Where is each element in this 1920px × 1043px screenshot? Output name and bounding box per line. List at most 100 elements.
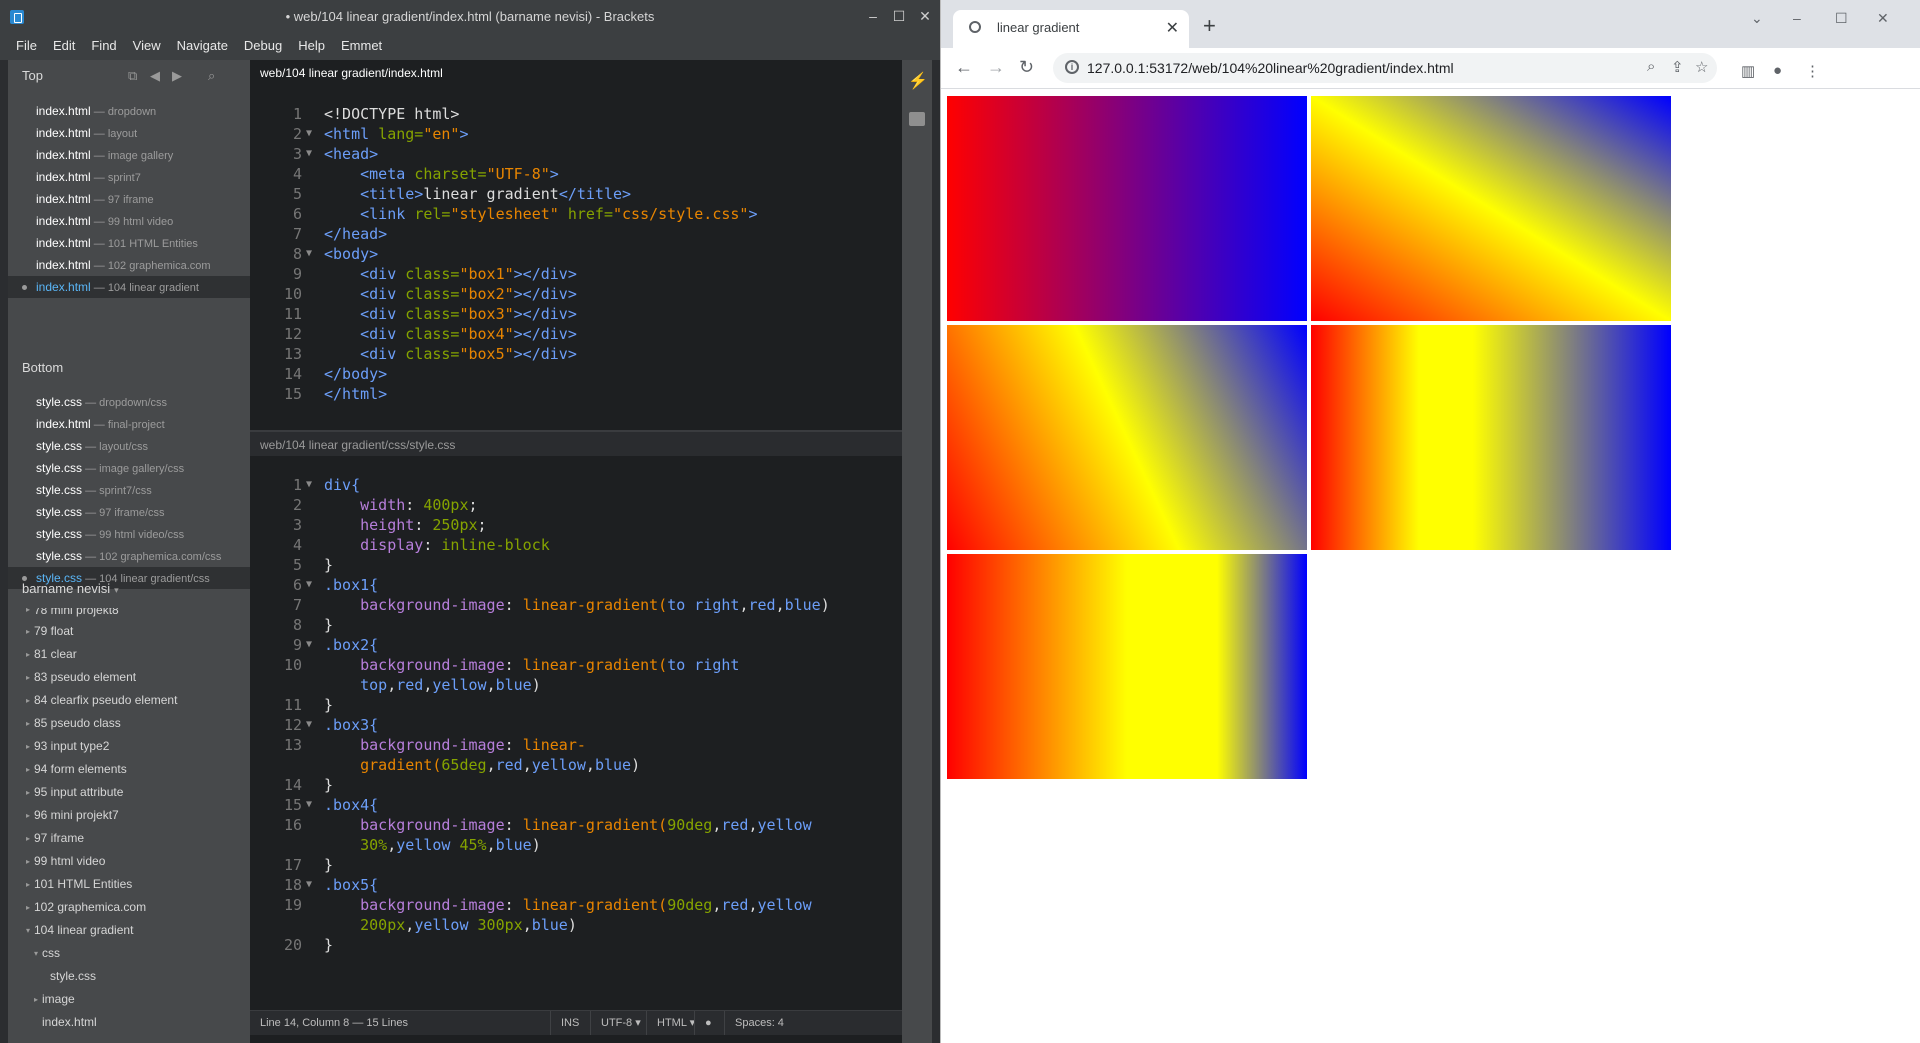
project-header[interactable]: barname nevisi ▾ bbox=[8, 572, 250, 604]
code-line[interactable]: 11} bbox=[250, 695, 902, 715]
fold-marker-icon[interactable]: ▼ bbox=[306, 795, 318, 815]
folder-collapsed-icon[interactable]: ▸ bbox=[26, 689, 30, 712]
menu-file[interactable]: File bbox=[8, 34, 45, 58]
tree-item[interactable]: ▾ css bbox=[8, 942, 250, 965]
browser-maximize-icon[interactable]: ☐ bbox=[1835, 10, 1848, 27]
browser-minimize-icon[interactable]: – bbox=[1793, 10, 1801, 26]
code-line[interactable]: 18 ▼ .box5{ bbox=[250, 875, 902, 895]
fold-marker-icon[interactable]: ▼ bbox=[306, 635, 318, 655]
working-file-item[interactable]: index.html — 104 linear gradient bbox=[8, 276, 250, 298]
fold-marker-icon[interactable]: ▼ bbox=[306, 715, 318, 735]
folder-collapsed-icon[interactable]: ▸ bbox=[26, 850, 30, 873]
menu-debug[interactable]: Debug bbox=[236, 34, 290, 58]
folder-collapsed-icon[interactable]: ▸ bbox=[26, 735, 30, 758]
code-line[interactable]: 7 </head> bbox=[250, 224, 902, 244]
code-line[interactable]: 16 background-image: linear-gradient(90d… bbox=[250, 815, 902, 835]
code-line[interactable]: 19 background-image: linear-gradient(90d… bbox=[250, 895, 902, 915]
folder-collapsed-icon[interactable]: ▸ bbox=[26, 643, 30, 666]
code-line[interactable]: 11 <div class="box3"></div> bbox=[250, 304, 902, 324]
tree-item[interactable]: ▸ 81 clear bbox=[8, 643, 250, 666]
folder-collapsed-icon[interactable]: ▸ bbox=[26, 781, 30, 804]
code-line[interactable]: 17} bbox=[250, 855, 902, 875]
working-file-item[interactable]: index.html — final-project bbox=[8, 413, 250, 435]
code-line[interactable]: 9 ▼ .box2{ bbox=[250, 635, 902, 655]
working-file-item[interactable]: index.html — image gallery bbox=[8, 144, 250, 166]
tree-item[interactable]: ▸ 101 HTML Entities bbox=[8, 873, 250, 896]
working-file-item[interactable]: style.css — dropdown/css bbox=[8, 391, 250, 413]
fold-marker-icon[interactable]: ▼ bbox=[306, 124, 318, 144]
menu-navigate[interactable]: Navigate bbox=[169, 34, 236, 58]
browser-tab[interactable]: linear gradient ✕ bbox=[953, 10, 1189, 48]
working-file-item[interactable]: index.html — 99 html video bbox=[8, 210, 250, 232]
tree-item[interactable]: ▸ 78 mini projekt8 bbox=[8, 608, 250, 620]
address-bar[interactable]: i 127.0.0.1:53172/web/104%20linear%20gra… bbox=[1053, 53, 1717, 83]
code-line[interactable]: 20} bbox=[250, 935, 902, 955]
folder-collapsed-icon[interactable]: ▸ bbox=[26, 804, 30, 827]
css-code-view[interactable]: 1 ▼ div{2 width: 400px; 3 height: 250px; 4 d… bbox=[250, 475, 902, 955]
code-line[interactable]: 2 ▼ <html lang="en"> bbox=[250, 124, 902, 144]
fold-marker-icon[interactable]: ▼ bbox=[306, 244, 318, 264]
working-file-item[interactable]: style.css — sprint7/css bbox=[8, 479, 250, 501]
profile-avatar-icon[interactable]: ● bbox=[1773, 62, 1782, 79]
tree-item[interactable]: ▸ 97 iframe bbox=[8, 827, 250, 850]
pane-title-css[interactable]: web/104 linear gradient/css/style.css bbox=[250, 430, 902, 456]
zoom-icon[interactable]: ⌕ bbox=[1647, 58, 1655, 75]
code-line[interactable]: 10 <div class="box2"></div> bbox=[250, 284, 902, 304]
code-line[interactable]: 9 <div class="box1"></div> bbox=[250, 264, 902, 284]
code-line[interactable]: 12 ▼ .box3{ bbox=[250, 715, 902, 735]
code-line[interactable]: 6 <link rel="stylesheet" href="css/style… bbox=[250, 204, 902, 224]
folder-collapsed-icon[interactable]: ▸ bbox=[26, 827, 30, 850]
code-line[interactable]: 8 ▼ <body> bbox=[250, 244, 902, 264]
code-line[interactable]: 4 display: inline-block bbox=[250, 535, 902, 555]
tab-close-icon[interactable]: ✕ bbox=[1166, 18, 1179, 38]
tree-item[interactable]: ▸ 102 graphemica.com bbox=[8, 896, 250, 919]
working-file-item[interactable]: index.html — 102 graphemica.com bbox=[8, 254, 250, 276]
nav-forward-icon[interactable]: ▶ bbox=[172, 68, 182, 84]
code-line[interactable]: 2 width: 400px; bbox=[250, 495, 902, 515]
tree-item[interactable]: ▸ 79 float bbox=[8, 620, 250, 643]
working-file-item[interactable]: style.css — 97 iframe/css bbox=[8, 501, 250, 523]
code-line[interactable]: top,red,yellow,blue) bbox=[250, 675, 902, 695]
tree-item[interactable]: ▾ 104 linear gradient bbox=[8, 919, 250, 942]
url-text[interactable]: 127.0.0.1:53172/web/104%20linear%20gradi… bbox=[1087, 60, 1454, 76]
tree-item[interactable]: ▸ 84 clearfix pseudo element bbox=[8, 689, 250, 712]
extension-manager-icon[interactable] bbox=[909, 112, 925, 126]
back-icon[interactable]: ← bbox=[955, 56, 973, 78]
code-line[interactable]: 13 background-image: linear- bbox=[250, 735, 902, 755]
folder-collapsed-icon[interactable]: ▸ bbox=[26, 758, 30, 781]
code-line[interactable]: 8} bbox=[250, 615, 902, 635]
code-line[interactable]: 12 <div class="box4"></div> bbox=[250, 324, 902, 344]
folder-expanded-icon[interactable]: ▾ bbox=[34, 942, 38, 965]
browser-close-icon[interactable]: ✕ bbox=[1877, 10, 1889, 27]
folder-expanded-icon[interactable]: ▾ bbox=[26, 919, 30, 942]
code-line[interactable]: 15 ▼ .box4{ bbox=[250, 795, 902, 815]
forward-icon[interactable]: → bbox=[987, 56, 1005, 78]
fold-marker-icon[interactable]: ▼ bbox=[306, 875, 318, 895]
menu-kebab-icon[interactable]: ⋮ bbox=[1805, 62, 1820, 80]
code-line[interactable]: 14} bbox=[250, 775, 902, 795]
fold-marker-icon[interactable]: ▼ bbox=[306, 475, 318, 495]
fold-marker-icon[interactable]: ▼ bbox=[306, 575, 318, 595]
menu-find[interactable]: Find bbox=[83, 34, 124, 58]
tree-item[interactable]: ▸ image bbox=[8, 988, 250, 1011]
share-icon[interactable]: ⇪ bbox=[1671, 58, 1684, 76]
folder-collapsed-icon[interactable]: ▸ bbox=[26, 873, 30, 896]
working-file-item[interactable]: index.html — layout bbox=[8, 122, 250, 144]
working-file-item[interactable]: style.css — 102 graphemica.com/css bbox=[8, 545, 250, 567]
nav-back-icon[interactable]: ◀ bbox=[150, 68, 160, 84]
code-line[interactable]: 200px,yellow 300px,blue) bbox=[250, 915, 902, 935]
tree-item[interactable]: style.css bbox=[8, 965, 250, 988]
folder-collapsed-icon[interactable]: ▸ bbox=[34, 988, 38, 1011]
code-line[interactable]: 5 <title>linear gradient</title> bbox=[250, 184, 902, 204]
folder-collapsed-icon[interactable]: ▸ bbox=[26, 896, 30, 919]
code-line[interactable]: 10 background-image: linear-gradient(to … bbox=[250, 655, 902, 675]
maximize-icon[interactable]: ☐ bbox=[888, 6, 910, 26]
code-line[interactable]: 3 height: 250px; bbox=[250, 515, 902, 535]
working-file-item[interactable]: style.css — 99 html video/css bbox=[8, 523, 250, 545]
code-line[interactable]: 7 background-image: linear-gradient(to r… bbox=[250, 595, 902, 615]
tree-item[interactable]: ▸ 93 input type2 bbox=[8, 735, 250, 758]
tree-item[interactable]: ▸ 94 form elements bbox=[8, 758, 250, 781]
split-view-icon[interactable]: ⧉ bbox=[128, 68, 137, 84]
tree-item[interactable]: index.html bbox=[8, 1011, 250, 1034]
code-line[interactable]: 5} bbox=[250, 555, 902, 575]
